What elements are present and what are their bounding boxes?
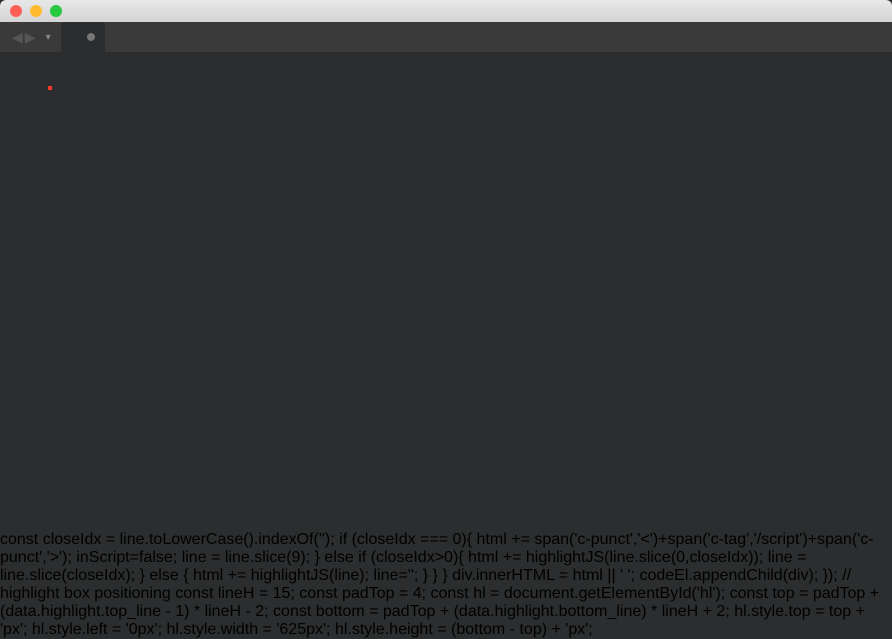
- tab-untitled[interactable]: [61, 22, 105, 52]
- nav-back-icon[interactable]: ◀: [12, 29, 23, 46]
- nav-forward-icon[interactable]: ▶: [25, 29, 36, 46]
- line-number-gutter: [0, 52, 48, 531]
- dirty-indicator-icon: [87, 33, 95, 41]
- close-window-button[interactable]: [10, 5, 22, 17]
- window-titlebar: [0, 0, 892, 22]
- maximize-window-button[interactable]: [50, 5, 62, 17]
- tab-dropdown-icon[interactable]: ▾: [42, 32, 55, 43]
- minimize-window-button[interactable]: [30, 5, 42, 17]
- editor[interactable]: [0, 52, 892, 531]
- highlight-box: [48, 86, 52, 90]
- nav-arrows: ◀ ▶: [6, 29, 42, 46]
- code-area[interactable]: [48, 52, 892, 531]
- traffic-lights: [0, 5, 62, 17]
- tab-bar: ◀ ▶ ▾: [0, 22, 892, 52]
